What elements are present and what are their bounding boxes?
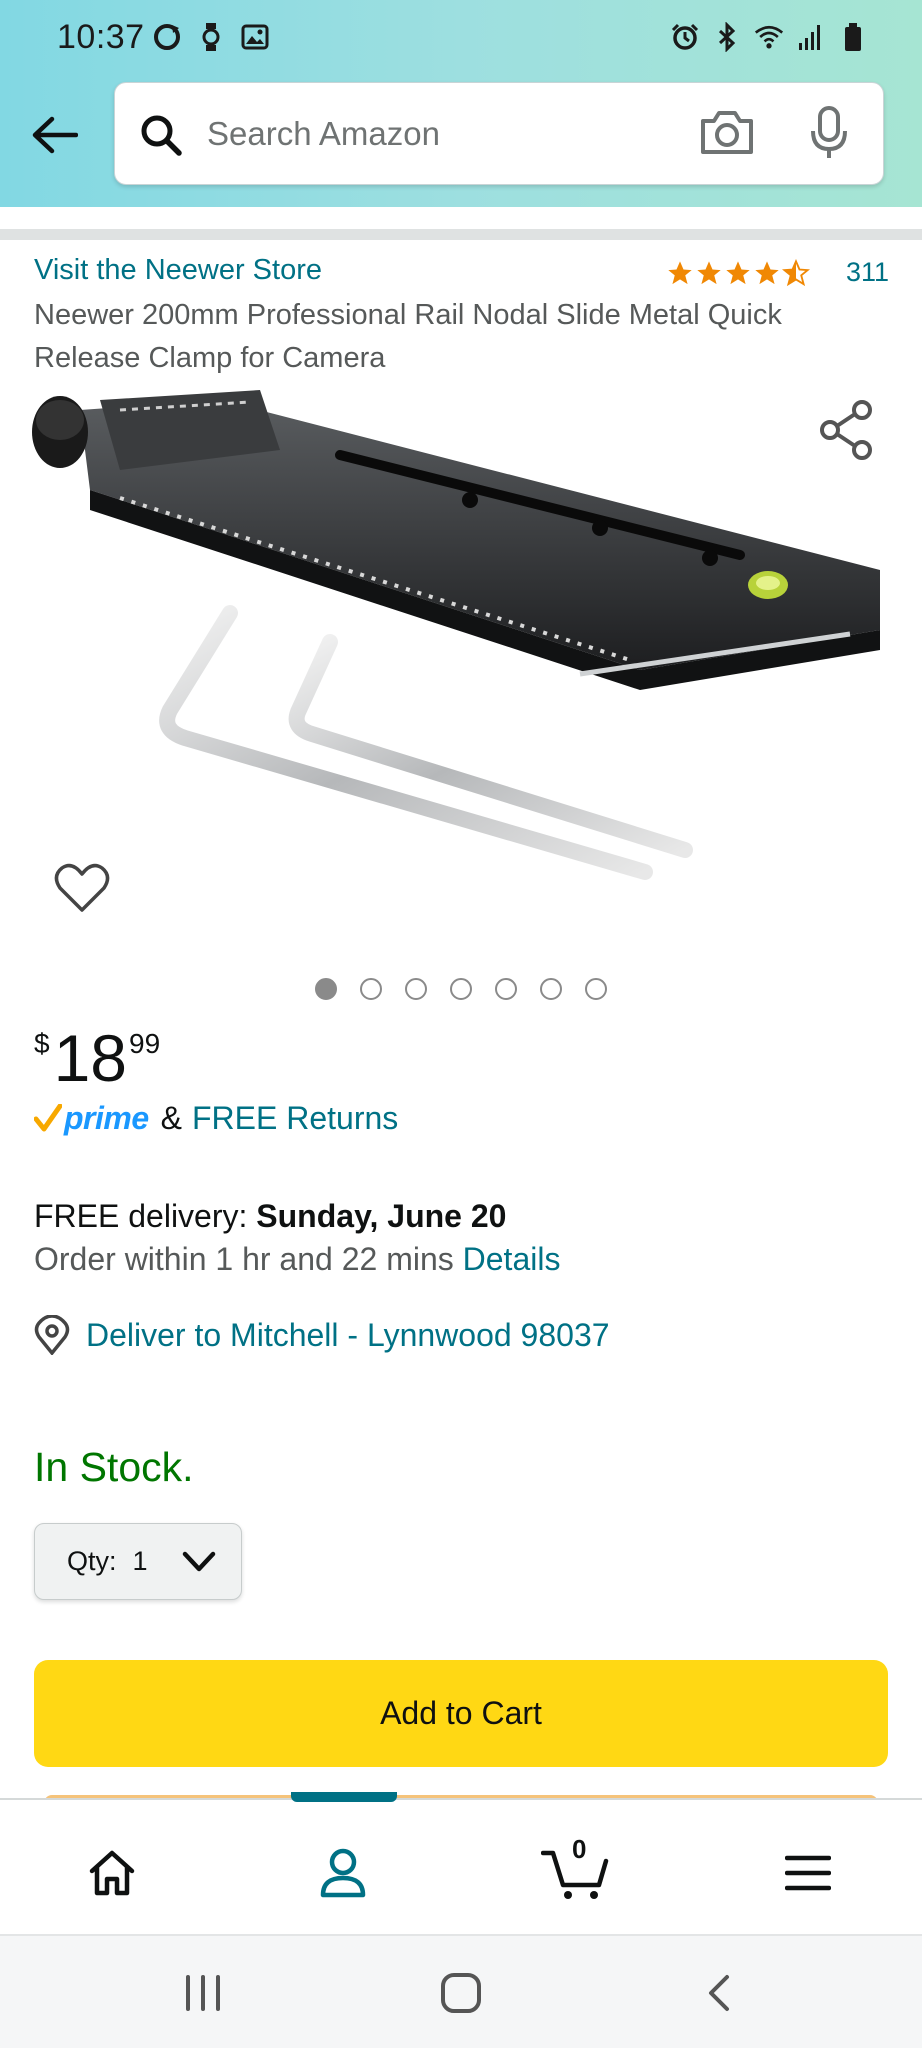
quantity-label: Qty: <box>67 1546 117 1576</box>
recent-apps-button[interactable] <box>173 1968 233 2018</box>
star-half-icon <box>782 258 810 286</box>
bottom-nav: 0 <box>0 1792 922 1934</box>
top-header: 10:37 <box>0 0 922 207</box>
share-icon[interactable] <box>818 400 874 465</box>
pagination-dot[interactable] <box>585 978 607 1000</box>
star-full-icon <box>726 260 750 284</box>
prime-amp: & <box>160 1100 182 1136</box>
gallery-icon <box>240 22 270 52</box>
star-full-icon <box>668 260 692 284</box>
rating[interactable]: 311 <box>666 257 889 288</box>
menu-icon <box>785 1855 831 1891</box>
deliver-to-text[interactable]: Deliver to Mitchell - Lynnwood 98037 <box>86 1317 610 1354</box>
system-home-icon <box>441 1973 481 2013</box>
home-icon <box>89 1850 135 1896</box>
rating-count[interactable]: 311 <box>846 257 889 288</box>
battery-icon <box>838 22 868 52</box>
system-back-button[interactable] <box>689 1968 749 2018</box>
signal-icon <box>796 22 826 52</box>
account-icon <box>320 1848 366 1898</box>
pagination-dot[interactable] <box>360 978 382 1000</box>
section-divider <box>0 229 922 240</box>
system-home-button[interactable] <box>431 1968 491 2018</box>
alarm-icon <box>670 22 700 52</box>
back-button[interactable] <box>24 105 84 165</box>
pagination-dot[interactable] <box>315 978 337 1000</box>
delivery-date: Sunday, June 20 <box>256 1198 507 1234</box>
delivery-info: FREE delivery: Sunday, June 20 <box>34 1198 506 1235</box>
status-time: 10:37 <box>57 18 145 56</box>
price-fraction: 99 <box>129 1028 161 1059</box>
product-title: Neewer 200mm Professional Rail Nodal Sli… <box>34 299 782 374</box>
delivery-prefix: FREE delivery: <box>34 1198 257 1234</box>
location-pin-icon <box>34 1315 70 1355</box>
back-arrow-icon <box>32 116 78 154</box>
search-box[interactable] <box>114 82 884 185</box>
chevron-down-icon <box>182 1551 216 1573</box>
search-input[interactable] <box>207 105 687 163</box>
recent-apps-icon <box>186 1975 220 2011</box>
price-symbol: $ <box>34 1028 50 1059</box>
price: $ 18 99 <box>34 1022 160 1094</box>
nav-active-indicator <box>291 1792 397 1802</box>
cart-count: 0 <box>572 1834 587 1864</box>
prime-row: prime & FREE Returns <box>34 1100 398 1137</box>
pagination-dot[interactable] <box>405 978 427 1000</box>
star-full-icon <box>755 260 779 284</box>
order-within-text: Order within 1 hr and 22 mins <box>34 1241 463 1277</box>
free-returns-link[interactable]: FREE Returns <box>192 1100 398 1137</box>
order-within: Order within 1 hr and 22 mins Details <box>34 1241 560 1278</box>
star-rating <box>666 258 810 287</box>
nav-menu[interactable] <box>773 1838 843 1908</box>
system-nav-bar <box>0 1934 922 2048</box>
deliver-to[interactable]: Deliver to Mitchell - Lynnwood 98037 <box>34 1315 610 1355</box>
pagination-dot[interactable] <box>495 978 517 1000</box>
star-full-icon <box>697 260 721 284</box>
details-link[interactable]: Details <box>463 1241 561 1277</box>
sync-icon <box>152 22 182 52</box>
pagination-dot[interactable] <box>450 978 472 1000</box>
product-image[interactable] <box>20 380 900 940</box>
camera-icon[interactable] <box>699 107 755 162</box>
heart-icon[interactable] <box>54 862 110 919</box>
nav-account[interactable] <box>308 1838 378 1908</box>
status-bar: 10:37 <box>0 0 922 78</box>
price-whole: 18 <box>53 1021 127 1095</box>
prime-logo-text: prime <box>64 1100 149 1136</box>
add-to-cart-button[interactable]: Add to Cart <box>34 1660 888 1767</box>
prime-check-icon <box>34 1103 62 1131</box>
bluetooth-icon <box>712 22 742 52</box>
stock-status: In Stock. <box>34 1444 194 1490</box>
pagination-dot[interactable] <box>540 978 562 1000</box>
search-icon <box>139 113 183 162</box>
nav-home[interactable] <box>77 1838 147 1908</box>
store-link[interactable]: Visit the Neewer Store <box>34 254 322 287</box>
nav-cart[interactable]: 0 <box>536 1834 616 1908</box>
wifi-icon <box>754 22 784 52</box>
status-right-icons <box>670 22 868 52</box>
status-left-icons <box>152 22 270 52</box>
quantity-value: 1 <box>132 1546 148 1576</box>
quantity-selector[interactable]: Qty: 1 <box>34 1523 242 1600</box>
system-back-icon <box>709 1975 729 2011</box>
microphone-icon[interactable] <box>809 105 849 166</box>
prime-logo: prime <box>34 1100 149 1137</box>
watch-icon <box>196 22 226 52</box>
